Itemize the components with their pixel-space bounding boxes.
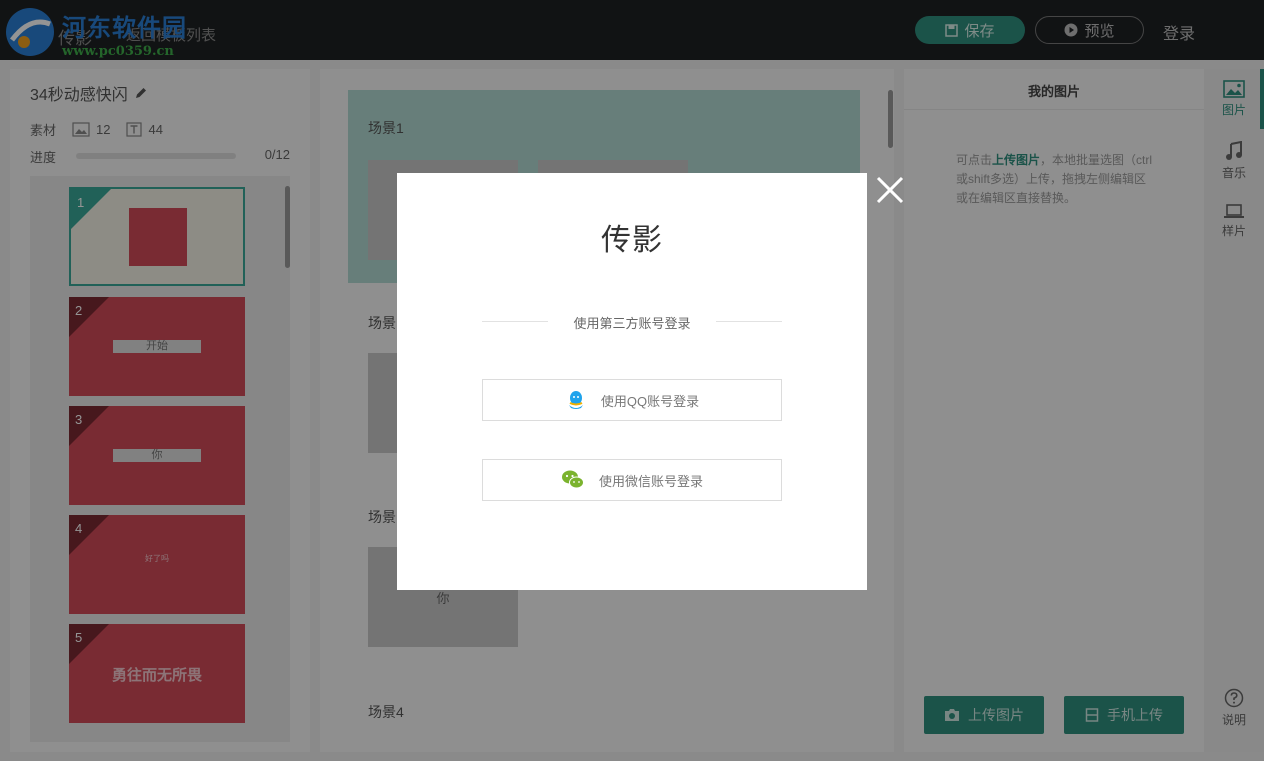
wechat-login-label: 使用微信账号登录 <box>598 473 703 489</box>
third-party-login-label: 使用第三方账号登录 <box>573 316 691 331</box>
modal-logo: 传影 <box>601 224 663 257</box>
qq-login-label: 使用QQ账号登录 <box>600 393 700 409</box>
third-party-login-divider: 使用第三方账号登录 <box>482 313 782 331</box>
qq-login-button[interactable]: 使用QQ账号登录 <box>482 379 782 421</box>
close-icon[interactable] <box>874 174 906 206</box>
wechat-icon <box>561 470 584 489</box>
login-modal: 传影 使用第三方账号登录 使用QQ账号登录 使用微信账号登录 <box>397 173 867 590</box>
qq-icon <box>568 391 583 409</box>
wechat-login-button[interactable]: 使用微信账号登录 <box>482 459 782 501</box>
